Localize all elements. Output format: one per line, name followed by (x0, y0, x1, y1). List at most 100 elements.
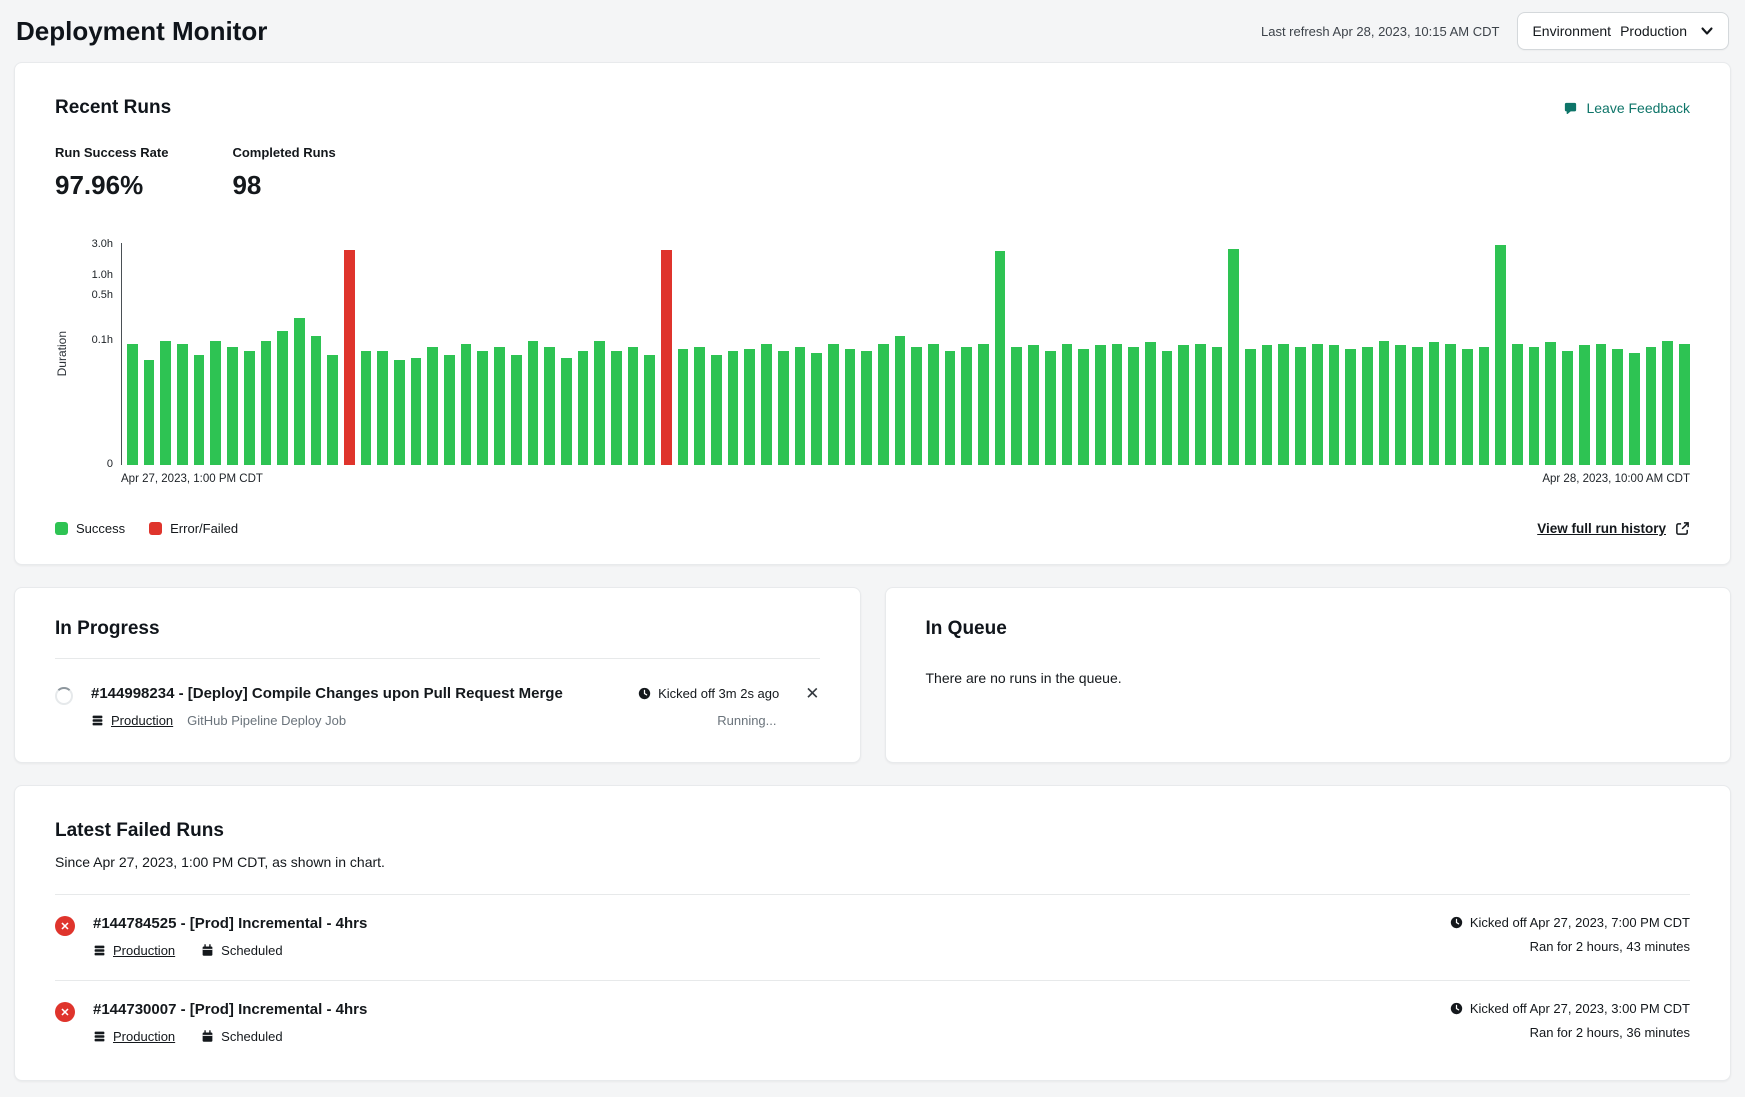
chart-bar[interactable] (1195, 344, 1206, 465)
chart-bar[interactable] (210, 341, 221, 465)
chart-bar[interactable] (427, 347, 438, 465)
chart-bar[interactable] (244, 351, 255, 465)
chart-bar[interactable] (1212, 347, 1223, 465)
chart-bar[interactable] (1278, 344, 1289, 465)
chart-bar[interactable] (1262, 345, 1273, 465)
chart-bar[interactable] (694, 347, 705, 465)
chart-bar[interactable] (744, 349, 755, 465)
chart-bar[interactable] (1329, 345, 1340, 465)
chart-bar[interactable] (1362, 347, 1373, 465)
chart-bar[interactable] (611, 351, 622, 465)
environment-link[interactable]: Production (111, 713, 173, 728)
chart-bar[interactable] (1062, 344, 1073, 465)
chart-bar[interactable] (1562, 351, 1573, 465)
chart-bar[interactable] (845, 349, 856, 465)
chart-bar[interactable] (995, 251, 1006, 465)
chart-bar[interactable] (1379, 341, 1390, 465)
chart-bar[interactable] (945, 351, 956, 465)
chart-bar[interactable] (644, 355, 655, 465)
chart-bar[interactable] (1245, 349, 1256, 465)
chart-bar[interactable] (361, 351, 372, 465)
chart-bar[interactable] (1045, 351, 1056, 465)
chart-bar[interactable] (1011, 347, 1022, 465)
environment-dropdown[interactable]: Environment Production (1517, 12, 1729, 50)
chart-bar[interactable] (1646, 347, 1657, 465)
chart-bar[interactable] (1445, 344, 1456, 465)
chart-bar[interactable] (1095, 345, 1106, 465)
chart-bar[interactable] (878, 344, 889, 465)
chart-bar[interactable] (928, 344, 939, 465)
leave-feedback-link[interactable]: Leave Feedback (1563, 100, 1690, 116)
chart-bar[interactable] (561, 358, 572, 465)
chart-bar[interactable] (1078, 349, 1089, 465)
chart-bar[interactable] (344, 250, 355, 465)
chart-bar[interactable] (1429, 342, 1440, 465)
chart-bar[interactable] (411, 358, 422, 465)
chart-bar[interactable] (1629, 353, 1640, 465)
chart-bar[interactable] (127, 344, 138, 465)
chart-bar[interactable] (511, 355, 522, 465)
chart-bar[interactable] (528, 341, 539, 465)
chart-bar[interactable] (961, 347, 972, 465)
chart-bar[interactable] (861, 351, 872, 465)
chart-bar[interactable] (160, 341, 171, 465)
chart-bar[interactable] (628, 347, 639, 465)
run-name[interactable]: #144730007 - [Prod] Incremental - 4hrs (93, 1001, 1432, 1018)
run-name[interactable]: #144784525 - [Prod] Incremental - 4hrs (93, 915, 1432, 932)
chart-bar[interactable] (1312, 344, 1323, 465)
chart-bar[interactable] (261, 341, 272, 465)
chart-bar[interactable] (1345, 349, 1356, 465)
chart-bar[interactable] (1295, 347, 1306, 465)
chart-bar[interactable] (711, 355, 722, 465)
chart-bar[interactable] (444, 355, 455, 465)
chart-bar[interactable] (544, 347, 555, 465)
chart-bar[interactable] (1545, 342, 1556, 465)
chart-bar[interactable] (1612, 349, 1623, 465)
chart-bar[interactable] (1479, 347, 1490, 465)
chart-bar[interactable] (895, 336, 906, 465)
chart-bar[interactable] (1395, 345, 1406, 465)
chart-bar[interactable] (578, 351, 589, 465)
chart-bar[interactable] (911, 347, 922, 465)
chart-bar[interactable] (1462, 349, 1473, 465)
chart-bar[interactable] (1128, 347, 1139, 465)
chart-bar[interactable] (1679, 344, 1690, 465)
chart-bar[interactable] (1412, 347, 1423, 465)
chart-bar[interactable] (327, 355, 338, 465)
chart-bar[interactable] (828, 344, 839, 465)
chart-bar[interactable] (227, 347, 238, 465)
chart-bar[interactable] (1145, 342, 1156, 465)
run-name[interactable]: #144998234 - [Deploy] Compile Changes up… (91, 685, 638, 702)
chart-bar[interactable] (477, 351, 488, 465)
chart-bar[interactable] (1112, 344, 1123, 465)
chart-bar[interactable] (1579, 345, 1590, 465)
chart-bar[interactable] (1162, 351, 1173, 465)
chart-bar[interactable] (661, 250, 672, 465)
chart-bar[interactable] (461, 344, 472, 465)
view-full-run-history-link[interactable]: View full run history (1537, 521, 1690, 536)
chart-bar[interactable] (294, 318, 305, 465)
chart-bar[interactable] (1495, 245, 1506, 465)
chart-bar[interactable] (144, 360, 155, 465)
chart-bar[interactable] (277, 331, 288, 465)
chart-bar[interactable] (811, 353, 822, 465)
chart-bar[interactable] (1529, 347, 1540, 465)
chart-bar[interactable] (1512, 344, 1523, 465)
chart-bar[interactable] (494, 347, 505, 465)
chart-bar[interactable] (194, 355, 205, 465)
environment-link[interactable]: Production (113, 943, 175, 958)
chart-bar[interactable] (678, 349, 689, 465)
chart-bar[interactable] (1596, 344, 1607, 465)
chart-bar[interactable] (394, 360, 405, 465)
chart-bar[interactable] (778, 351, 789, 465)
chart-bar[interactable] (795, 347, 806, 465)
close-icon[interactable]: ✕ (805, 685, 819, 702)
chart-bar[interactable] (177, 344, 188, 465)
chart-bar[interactable] (377, 351, 388, 465)
chart-bar[interactable] (594, 341, 605, 465)
chart-bar[interactable] (311, 336, 322, 465)
chart-bar[interactable] (761, 344, 772, 465)
chart-bar[interactable] (978, 344, 989, 465)
chart-bar[interactable] (728, 351, 739, 465)
chart-bar[interactable] (1028, 345, 1039, 465)
